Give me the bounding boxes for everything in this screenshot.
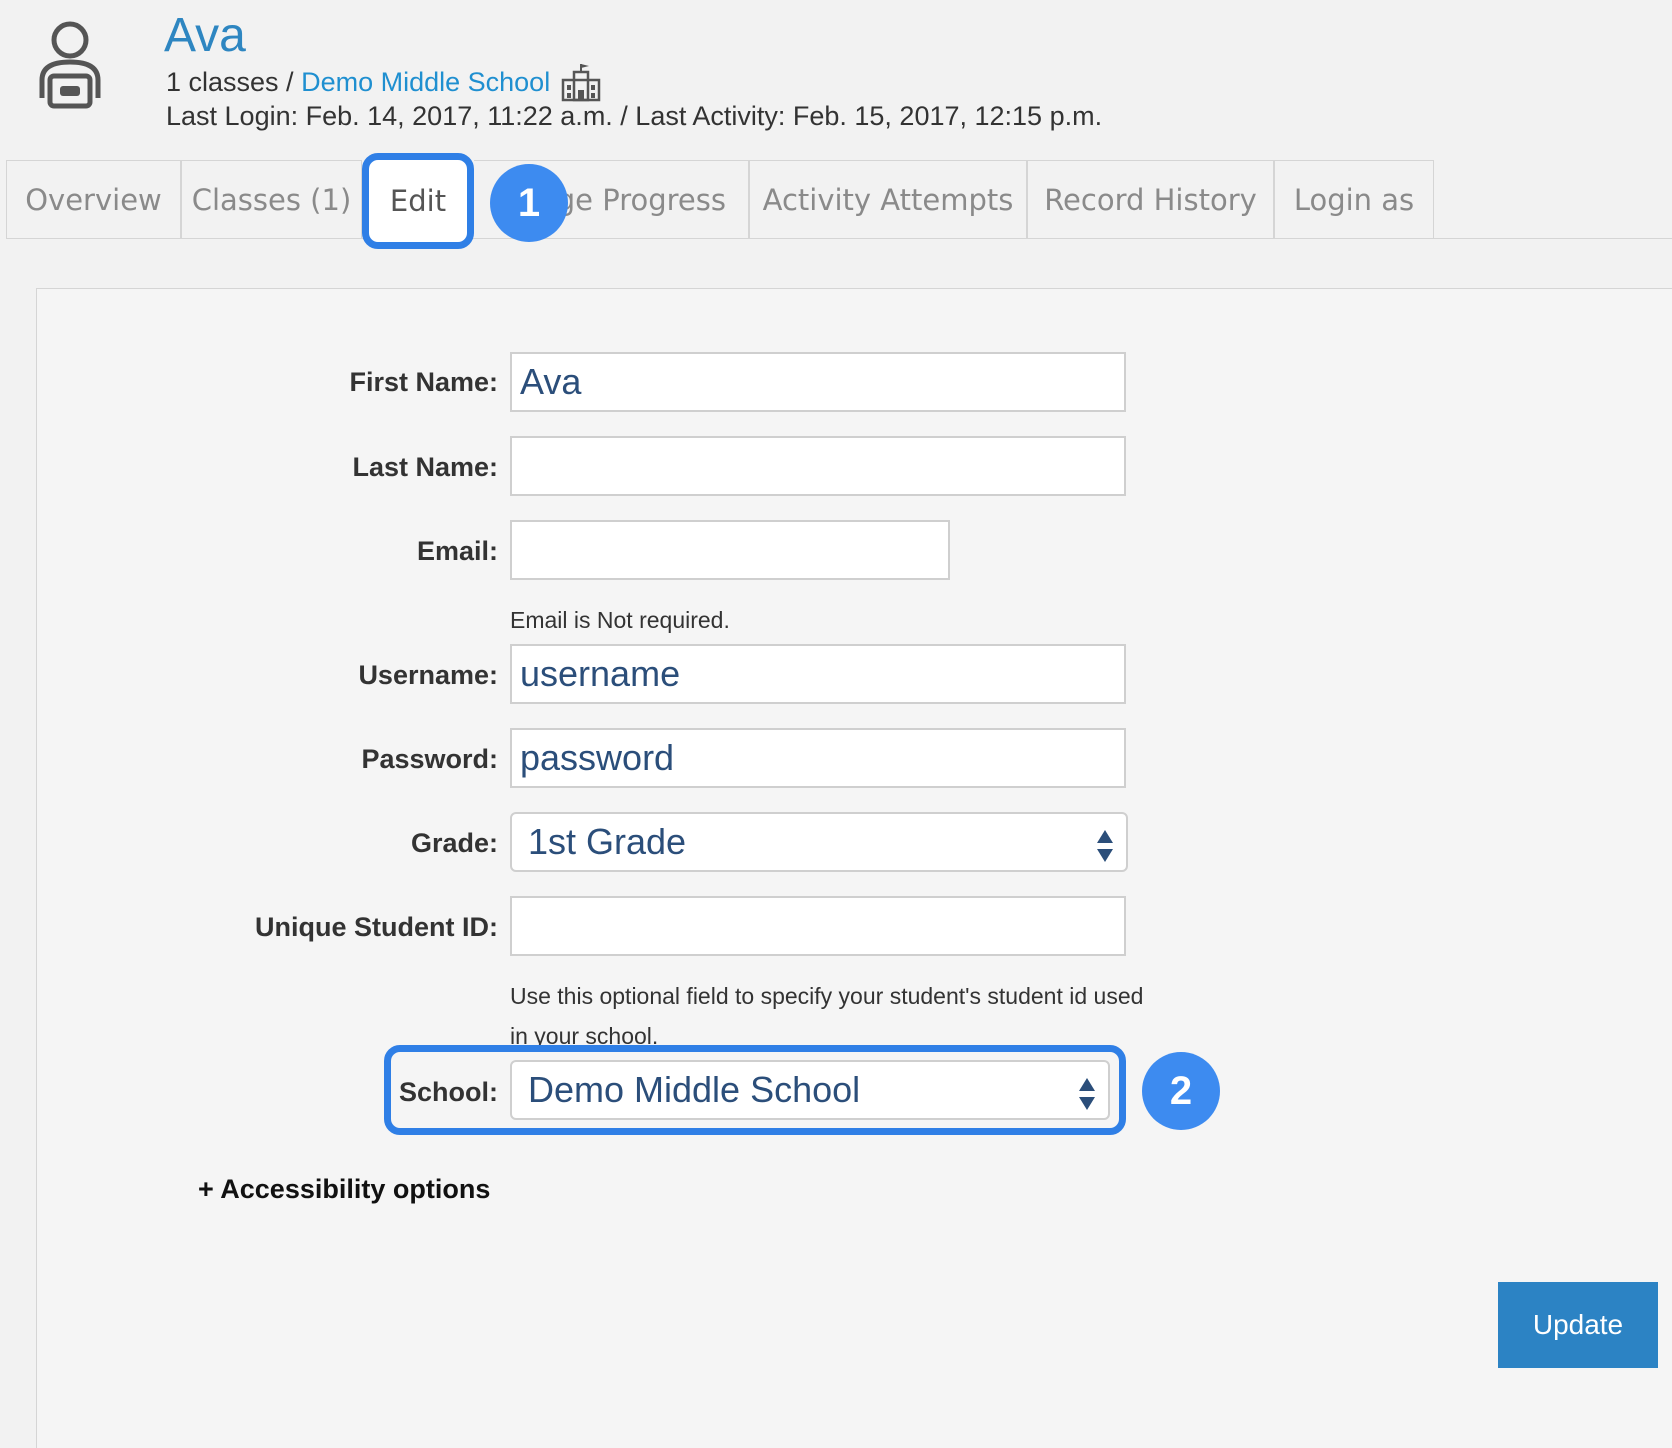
tab-classes[interactable]: Classes (1) xyxy=(181,160,362,238)
email-help-text: Email is Not required. xyxy=(510,607,730,633)
username-field[interactable]: username xyxy=(510,644,1126,704)
tab-record-history[interactable]: Record History xyxy=(1027,160,1274,238)
student-id-help-line1: Use this optional field to specify your … xyxy=(510,983,1144,1009)
tab-overview[interactable]: Overview xyxy=(6,160,181,238)
school-link[interactable]: Demo Middle School xyxy=(301,67,550,98)
tab-login-as[interactable]: Login as xyxy=(1274,160,1434,238)
first-name-label: First Name: xyxy=(349,367,498,397)
update-button[interactable]: Update xyxy=(1498,1282,1658,1368)
student-id-field[interactable] xyxy=(510,896,1126,956)
step-badge-2: 2 xyxy=(1142,1052,1220,1130)
username-label: Username: xyxy=(358,660,498,690)
school-selected-value: Demo Middle School xyxy=(528,1069,861,1110)
password-label: Password: xyxy=(361,744,498,774)
first-name-field[interactable]: Ava xyxy=(510,352,1126,412)
password-field[interactable]: password xyxy=(510,728,1126,788)
student-avatar-icon xyxy=(34,18,106,110)
select-arrows-icon xyxy=(1096,824,1114,862)
email-label: Email: xyxy=(416,536,498,566)
school-building-icon xyxy=(560,62,602,102)
step-badge-1: 1 xyxy=(490,164,568,242)
grade-label: Grade: xyxy=(410,828,498,858)
email-field[interactable] xyxy=(510,520,950,580)
login-activity-line: Last Login: Feb. 14, 2017, 11:22 a.m. / … xyxy=(166,101,1103,131)
grade-select[interactable]: 1st Grade xyxy=(510,812,1128,872)
select-arrows-icon xyxy=(1078,1072,1096,1110)
student-id-label: Unique Student ID: xyxy=(255,912,498,942)
accessibility-options-toggle[interactable]: + Accessibility options xyxy=(198,1174,490,1205)
classes-count: 1 classes / xyxy=(166,66,294,97)
last-name-field[interactable] xyxy=(510,436,1126,496)
school-select[interactable]: Demo Middle School xyxy=(510,1060,1110,1120)
last-name-label: Last Name: xyxy=(352,452,498,482)
grade-selected-value: 1st Grade xyxy=(528,821,687,862)
tabs-divider xyxy=(6,238,1672,239)
classes-school-line: 1 classes / Demo Middle School xyxy=(166,62,602,102)
tab-edit[interactable]: Edit xyxy=(369,160,467,242)
tab-activity-attempts[interactable]: Activity Attempts xyxy=(749,160,1027,238)
school-label: School: xyxy=(399,1077,498,1107)
student-name: Ava xyxy=(164,9,246,62)
